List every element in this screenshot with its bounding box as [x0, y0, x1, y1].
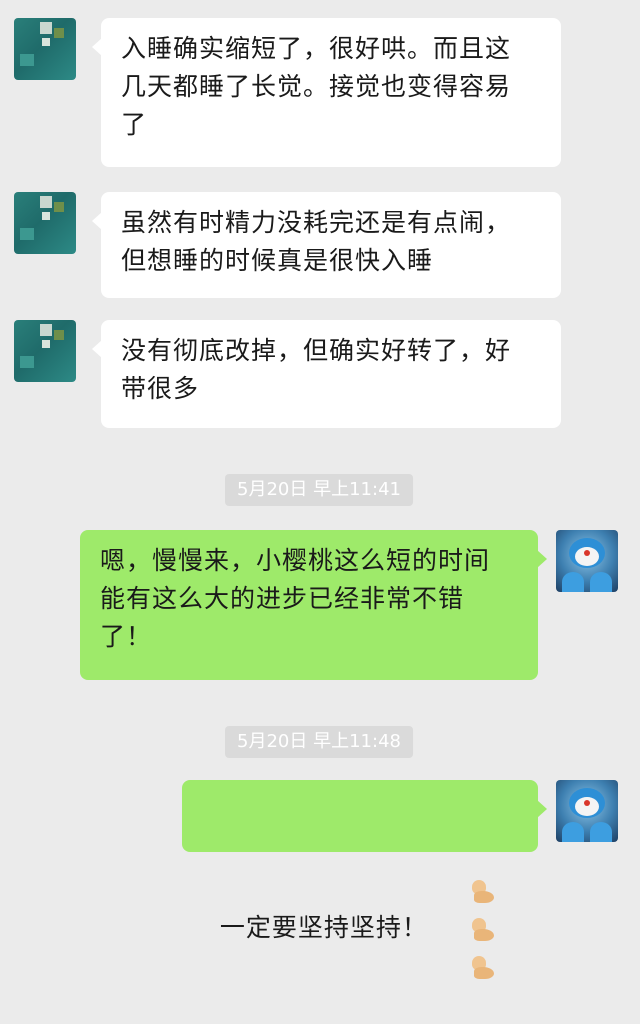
flexed-biceps-emoji — [470, 878, 496, 906]
message-bubble-incoming[interactable]: 虽然有时精力没耗完还是有点闹， 但想睡的时候真是很快入睡 — [92, 192, 561, 298]
message-bubble-incoming[interactable]: 入睡确实缩短了，很好哄。而且这 几天都睡了长觉。接觉也变得容易 了 — [92, 18, 561, 167]
message-bubble-outgoing[interactable]: 一定要坚持坚持！ — [182, 780, 547, 979]
mosaic-avatar-icon — [40, 196, 52, 208]
message-bubble-incoming[interactable]: 没有彻底改掉，但确实好转了，好 带很多 — [92, 320, 561, 428]
mosaic-avatar-icon — [40, 22, 52, 34]
flexed-biceps-emoji — [470, 954, 496, 982]
mosaic-avatar-icon — [40, 324, 52, 336]
contact-avatar[interactable] — [14, 192, 76, 254]
emoji-group — [434, 834, 500, 1024]
contact-avatar[interactable] — [14, 18, 76, 80]
message-bubble-outgoing[interactable]: 嗯，慢慢来，小樱桃这么短的时间 能有这么大的进步已经非常不错 了！ — [80, 530, 547, 680]
my-avatar[interactable] — [556, 530, 618, 592]
timestamp: 5月20日 早上11:41 — [225, 474, 413, 506]
flexed-biceps-emoji — [470, 916, 496, 944]
message-text: 一定要坚持坚持！ — [219, 913, 428, 942]
my-avatar[interactable] — [556, 780, 618, 842]
contact-avatar[interactable] — [14, 320, 76, 382]
timestamp: 5月20日 早上11:48 — [225, 726, 413, 758]
